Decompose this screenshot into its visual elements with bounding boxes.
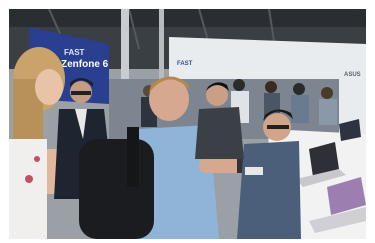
- woman-foreground: [9, 47, 65, 239]
- pillar: [159, 9, 164, 89]
- backpack: [79, 139, 154, 239]
- center-banner-text: FAST: [177, 61, 193, 67]
- photo-scene: FAST Zenfone 6 FAST ASUS: [9, 9, 366, 239]
- left-banner-sub: FAST: [64, 48, 85, 57]
- left-banner-title: Zenfone 6: [61, 59, 109, 70]
- expo-photo: FAST Zenfone 6 FAST ASUS: [9, 9, 366, 239]
- asus-logo: ASUS: [344, 72, 361, 78]
- ceiling-beams: [9, 9, 366, 27]
